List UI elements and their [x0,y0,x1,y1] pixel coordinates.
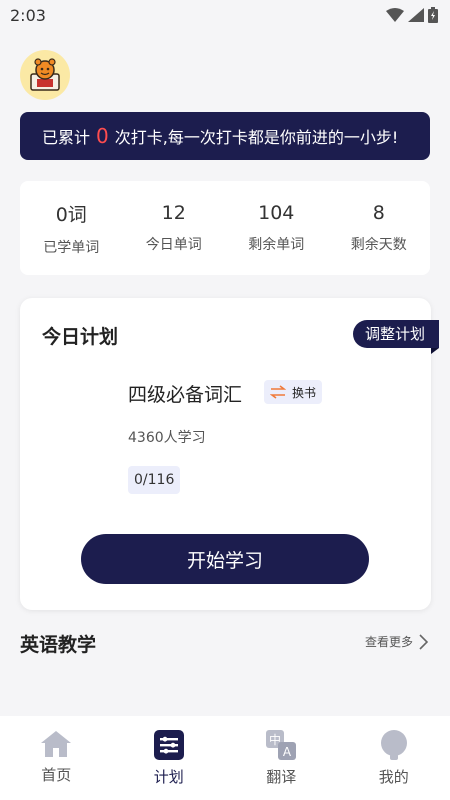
book-name: 四级必备词汇 [128,384,243,406]
swap-label: 换书 [292,385,317,400]
wifi-icon [386,8,404,22]
status-icons [386,7,438,23]
banner-suffix: 次打卡,每一次打卡都是你前进的一小步! [114,128,399,147]
stat-label: 今日单词 [145,237,202,253]
progress-badge: 0/116 [128,466,181,494]
tab-plan[interactable]: 计划 [129,730,209,800]
tab-translate[interactable]: 中 A 翻译 [241,730,321,800]
tab-label: 翻译 [266,768,297,786]
signal-icon [408,8,424,22]
view-more-label: 查看更多 [364,635,413,649]
section-title: 英语教学 [20,634,97,656]
stat-value: 12 [161,202,186,224]
stat-learned-words: 0词 已学单词 [21,200,121,257]
stat-label: 剩余单词 [248,237,305,253]
banner-prefix: 已累计 [42,128,91,147]
plan-title: 今日计划 [42,326,119,348]
status-bar: 2:03 [0,0,450,30]
translate-icon: 中 A [266,730,297,760]
profile-icon [380,730,407,760]
stat-value: 8 [372,202,385,224]
swap-book-button[interactable]: 换书 [264,380,323,404]
today-plan-card: 今日计划 调整计划 四级必备词汇 换书 4360人学习 0/116 开始学习 [20,298,440,610]
tab-home[interactable]: 首页 [16,730,96,800]
adjust-plan-button[interactable]: 调整计划 [352,320,440,354]
avatar[interactable] [20,50,70,100]
stat-value: 0词 [55,203,87,226]
bottom-tab-bar: 首页 计划 中 A 翻译 我的 [0,716,450,800]
checkin-banner: 已累计 0 次打卡,每一次打卡都是你前进的一小步! [20,112,430,160]
home-icon [41,731,72,757]
stat-label: 已学单词 [43,239,100,256]
view-more-link[interactable]: 查看更多 [365,633,428,650]
plan-icon [153,730,184,760]
tab-label: 计划 [153,768,184,786]
stat-today-words: 12 今日单词 [124,202,224,254]
checkin-count: 0 [96,124,109,148]
stats-panel: 0词 已学单词 12 今日单词 104 剩余单词 8 剩余天数 [20,181,430,275]
battery-icon [428,7,438,23]
tab-profile[interactable]: 我的 [354,730,434,800]
start-learning-button[interactable]: 开始学习 [81,534,369,584]
stat-remaining-words: 104 剩余单词 [226,202,326,254]
stat-label: 剩余天数 [350,237,407,253]
status-time: 2:03 [10,5,46,25]
tab-label: 首页 [41,766,72,784]
stat-value: 104 [258,202,295,224]
chevron-right-icon [419,633,428,650]
tiger-mascot-icon [30,58,60,91]
stat-remaining-days: 8 剩余天数 [329,202,429,254]
learner-count: 4360人学习 [128,430,206,446]
tab-label: 我的 [378,768,409,786]
swap-icon [270,385,286,399]
svg-text:A: A [283,745,292,759]
